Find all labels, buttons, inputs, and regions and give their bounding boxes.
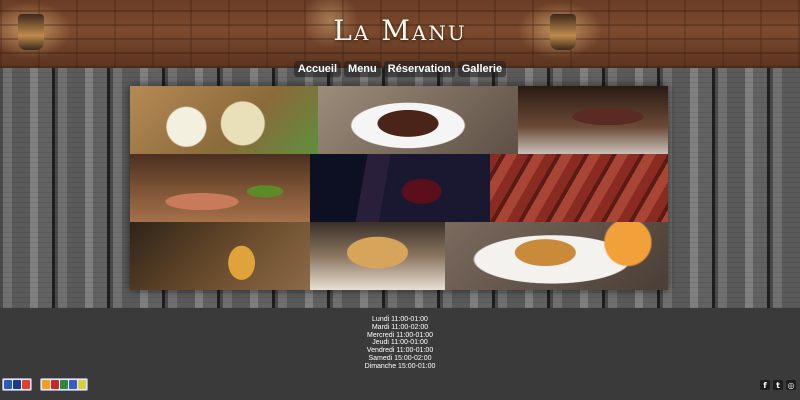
voucher-payment-logos xyxy=(40,378,88,391)
opening-hours: Lundi 11:00-01:00 Mardi 11:00-02:00 Merc… xyxy=(0,316,800,371)
hours-line: Samedi 15:00-02:00 xyxy=(368,354,432,362)
twitter-icon[interactable]: t xyxy=(773,380,783,390)
site-footer: Lundi 11:00-01:00 Mardi 11:00-02:00 Merc… xyxy=(0,308,800,400)
payment-methods xyxy=(2,378,88,391)
voucher-logo-icon xyxy=(69,380,77,389)
card-logo-icon xyxy=(4,380,12,389)
facebook-icon[interactable]: f xyxy=(760,380,770,390)
voucher-logo-icon xyxy=(51,380,59,389)
card-logo-icon xyxy=(22,380,30,389)
nav-item-accueil[interactable]: Accueil xyxy=(293,61,342,77)
gallery-photo-sliced-steak[interactable] xyxy=(490,154,668,222)
site-header: La Manu xyxy=(0,0,800,68)
gallery-photo-beer[interactable] xyxy=(130,222,310,290)
gallery-photo-chocolate-cake[interactable] xyxy=(318,86,518,154)
site-title[interactable]: La Manu xyxy=(0,14,800,47)
gallery-photo-cheese-board[interactable] xyxy=(130,86,318,154)
hours-line: Vendredi 11:00-01:00 xyxy=(366,347,434,355)
voucher-logo-icon xyxy=(60,380,68,389)
hours-line: Lundi 11:00-01:00 xyxy=(372,316,428,323)
nav-item-reservation[interactable]: Réservation xyxy=(383,61,455,77)
social-links: f t ◎ xyxy=(760,380,796,390)
gallery-photo-pot-pie[interactable] xyxy=(310,222,445,290)
hours-line: Dimanche 15:00-01:00 xyxy=(364,362,436,370)
hours-line: Jeudi 11:00-01:00 xyxy=(372,339,428,347)
voucher-logo-icon xyxy=(78,380,86,389)
nav-item-menu[interactable]: Menu xyxy=(344,61,381,77)
gallery-photo-wine-charcuterie[interactable] xyxy=(518,86,668,154)
main-nav: Accueil Menu Réservation Gallerie xyxy=(0,61,800,77)
gallery-photo-dessert-orange[interactable] xyxy=(445,222,668,290)
card-logo-icon xyxy=(13,380,21,389)
nav-item-gallerie[interactable]: Gallerie xyxy=(457,61,507,77)
voucher-logo-icon xyxy=(42,380,50,389)
photo-gallery xyxy=(130,86,668,290)
gallery-photo-red-wine[interactable] xyxy=(310,154,490,222)
instagram-icon[interactable]: ◎ xyxy=(786,380,796,390)
gallery-photo-charcuterie-platter[interactable] xyxy=(130,154,310,222)
hours-line: Mardi 11:00-02:00 xyxy=(371,323,429,331)
hours-line: Mercredi 11:00-01:00 xyxy=(366,331,434,339)
card-payment-logos xyxy=(2,378,32,391)
